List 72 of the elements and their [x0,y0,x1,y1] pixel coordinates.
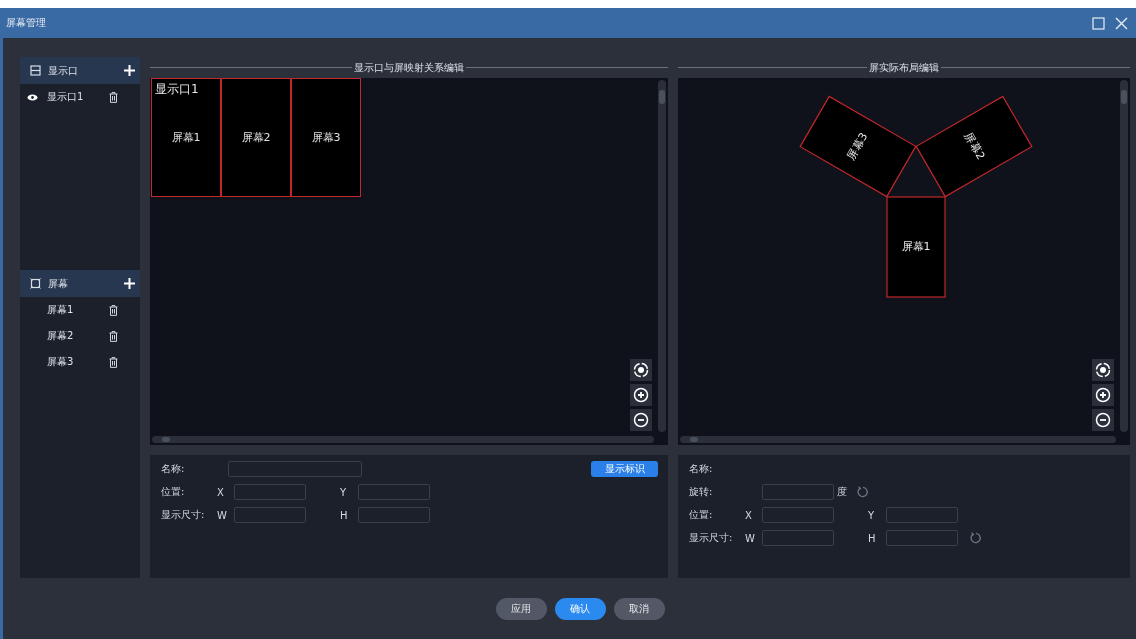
locate-icon[interactable] [1092,359,1114,381]
reset-icon[interactable] [970,532,982,544]
section-title: 显示口 [48,63,78,78]
field-label: 显示尺寸: [689,531,734,545]
axis-label: Y [340,486,348,498]
trash-icon[interactable] [109,330,118,342]
coordinate-field[interactable] [762,530,834,546]
screen-label: 屏幕3 [311,130,341,145]
horizontal-scrollbar[interactable] [680,436,1116,443]
coordinate-field[interactable] [358,507,430,523]
output-label: 显示口1 [155,81,199,98]
eye-icon[interactable] [27,93,38,101]
coordinate-field[interactable] [234,484,306,500]
rotation-field[interactable] [762,484,834,500]
close-icon[interactable] [1115,16,1128,30]
field-label: 名称: [689,462,714,476]
zoom-out-icon[interactable] [630,409,652,431]
screen-item[interactable]: 屏幕3 [47,355,101,369]
panel-title: 屏实际布局编辑 [869,60,939,75]
screen-item[interactable]: 屏幕2 [47,329,101,343]
field-label: 名称: [161,462,186,476]
trash-icon[interactable] [109,356,118,368]
output-item[interactable]: 显示口1 [47,90,101,104]
axis-label: W [745,532,756,544]
axis-label: X [745,509,753,521]
trash-icon[interactable] [109,91,118,103]
axis-label: X [217,486,225,498]
screen-label: 屏幕1 [171,130,201,145]
panel-title: 显示口与屏映射关系编辑 [354,60,464,75]
zoom-in-icon[interactable] [630,384,652,406]
add-icon[interactable] [124,278,135,289]
field-label: 位置: [161,485,186,499]
dialog-button[interactable]: 确认 [554,597,606,620]
vertical-scrollbar[interactable] [658,80,666,432]
output-icon [30,65,41,76]
field-label: 旋转: [689,485,714,499]
section-title: 屏幕 [48,276,68,291]
screen-block[interactable]: 屏幕3 [291,78,361,197]
maximize-icon[interactable] [1092,16,1105,30]
screen-label: 屏幕2 [961,130,988,163]
screen-label: 屏幕1 [901,240,931,253]
screen-block[interactable] [886,196,946,298]
vertical-scrollbar[interactable] [1120,80,1128,432]
field-label: 显示尺寸: [161,508,206,522]
dialog-button[interactable]: 应用 [495,597,547,620]
dialog-button[interactable]: 取消 [613,597,665,620]
axis-label: W [217,509,228,521]
axis-label: Y [868,509,876,521]
show-identifier-button[interactable]: 显示标识 [591,461,658,477]
coordinate-field[interactable] [886,507,958,523]
name-field[interactable] [228,461,362,477]
coordinate-field[interactable] [358,484,430,500]
axis-label: H [340,509,349,521]
horizontal-scrollbar[interactable] [152,436,654,443]
reset-icon[interactable] [857,486,869,498]
zoom-out-icon[interactable] [1092,409,1114,431]
axis-label: H [868,532,877,544]
window-title: 屏幕管理 [6,16,46,30]
coordinate-field[interactable] [234,507,306,523]
screen-block[interactable]: 屏幕2 [221,78,291,197]
screen-item[interactable]: 屏幕1 [47,303,101,317]
screen-icon [30,278,41,289]
screen-label: 屏幕2 [241,130,271,145]
unit-label: 度 [837,485,847,499]
field-label: 位置: [689,508,714,522]
locate-icon[interactable] [630,359,652,381]
add-icon[interactable] [124,65,135,76]
zoom-in-icon[interactable] [1092,384,1114,406]
coordinate-field[interactable] [762,507,834,523]
screen-label: 屏幕3 [844,130,871,163]
coordinate-field[interactable] [886,530,958,546]
trash-icon[interactable] [109,304,118,316]
